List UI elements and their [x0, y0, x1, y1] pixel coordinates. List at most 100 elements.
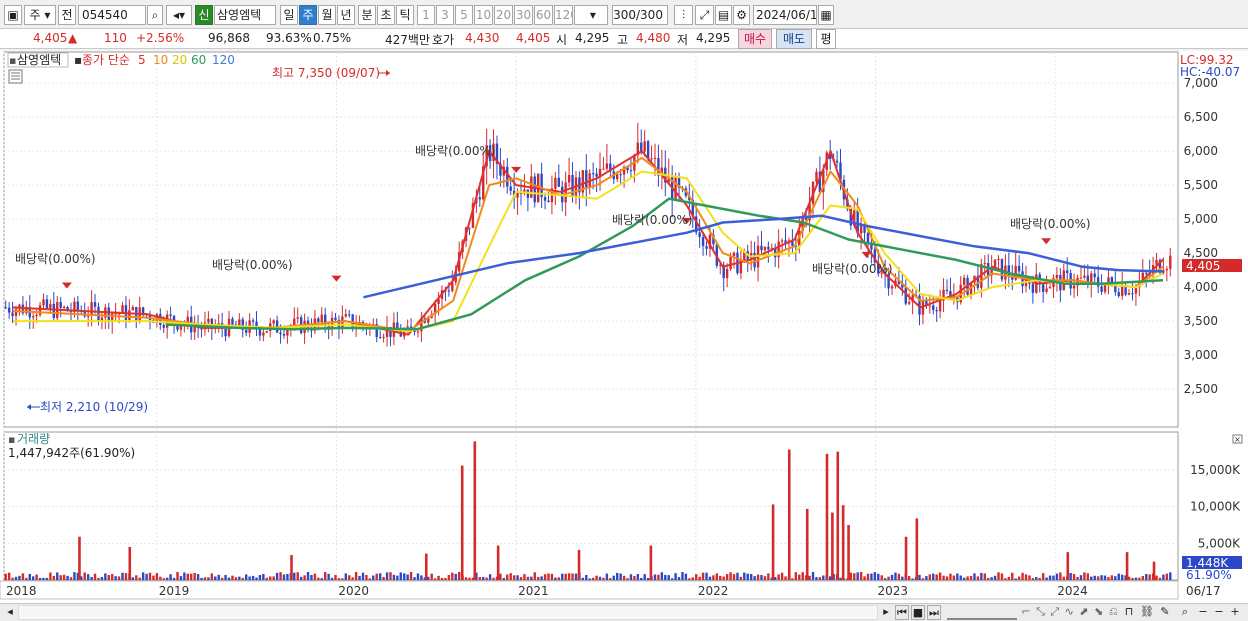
volume-bar: [83, 572, 86, 580]
gear-icon[interactable]: ⚙: [733, 5, 750, 25]
sell-button[interactable]: 매도: [776, 29, 812, 49]
volume-bar: [657, 574, 660, 580]
legend-ma5: 5: [138, 53, 146, 67]
interval-dropdown[interactable]: ▾: [574, 5, 608, 25]
sound-icon[interactable]: ◂▾: [166, 5, 192, 25]
buy-button[interactable]: 매수: [738, 29, 772, 49]
volume-bar: [420, 575, 423, 580]
scroll-left-icon[interactable]: ◂: [4, 605, 16, 620]
tab-period-week[interactable]: 주: [299, 5, 317, 25]
candle-down: [945, 289, 949, 292]
calendar-icon[interactable]: ▦: [818, 5, 834, 25]
scroll-right-icon[interactable]: ▸: [880, 605, 892, 620]
scroll-track[interactable]: [18, 605, 878, 620]
volume-peak-bar: [1152, 561, 1156, 580]
candle-down: [76, 301, 80, 311]
interval-60[interactable]: 60: [534, 5, 553, 25]
candle-down: [1041, 284, 1045, 292]
zoom-out-icon[interactable]: −: [1196, 605, 1210, 620]
volume-bar: [911, 578, 914, 580]
candle-up: [38, 305, 42, 315]
edit-icon[interactable]: ✎: [1158, 605, 1172, 620]
stock-name[interactable]: 삼영엠텍: [214, 5, 276, 25]
candle-down: [59, 302, 62, 308]
volume-bar: [1072, 574, 1076, 580]
up-arrow-icon: ▲: [68, 31, 78, 45]
save-icon[interactable]: ▤: [715, 5, 732, 25]
tab-period-year[interactable]: 년: [337, 5, 355, 25]
volume-title: 거래량: [17, 432, 50, 446]
volume-bar: [890, 574, 894, 580]
date-input[interactable]: 2024/06/17: [753, 5, 817, 25]
zoom-slider[interactable]: [947, 605, 1017, 620]
volume-bar: [444, 577, 447, 580]
interval-5[interactable]: 5: [455, 5, 473, 25]
volume-bar: [62, 574, 66, 580]
volume-bar: [918, 574, 921, 580]
volume-bar: [238, 576, 241, 580]
search-icon[interactable]: ⌕: [147, 5, 163, 25]
candle-down: [557, 177, 560, 187]
volume-bar: [849, 572, 852, 580]
interval-30[interactable]: 30: [514, 5, 533, 25]
candle-up: [815, 171, 818, 182]
volume-bar: [1014, 578, 1017, 580]
volume-bar: [547, 573, 550, 580]
volume-bar: [186, 573, 189, 580]
volume-bar: [605, 573, 609, 580]
volume-bar: [172, 577, 176, 580]
interval-1[interactable]: 1: [417, 5, 435, 25]
candle-down: [571, 175, 574, 198]
candle-icon[interactable]: ⫶: [674, 5, 693, 25]
trend-icon[interactable]: ⤢: [695, 5, 714, 25]
eval-button[interactable]: 평: [816, 29, 836, 49]
stop-icon[interactable]: ■: [911, 605, 925, 620]
volume-bar: [1110, 575, 1114, 580]
chain-icon[interactable]: ⛓: [1140, 605, 1154, 620]
lock-icon[interactable]: ⊓: [1122, 605, 1136, 620]
volume-bar: [938, 572, 942, 580]
zoom-in-icon[interactable]: +: [1228, 605, 1242, 620]
tab-period-second[interactable]: 초: [377, 5, 395, 25]
volume-bar: [111, 574, 114, 580]
tab-period-minute[interactable]: 분: [358, 5, 376, 25]
volume-bar: [1028, 575, 1031, 580]
zoom-minus-icon[interactable]: −: [1212, 605, 1226, 620]
volume-bar: [653, 574, 657, 580]
volume-bar: [962, 577, 966, 580]
interval-10[interactable]: 10: [474, 5, 493, 25]
volume-bar: [739, 576, 743, 580]
volume-bar: [313, 573, 317, 580]
code-input[interactable]: 054540: [78, 5, 146, 25]
candle-down: [1131, 293, 1134, 295]
volume-bar: [1000, 573, 1004, 580]
interval-3[interactable]: 3: [436, 5, 454, 25]
chart-area[interactable]: 7,000 6,500 6,000 5,500 5,000 4,500 4,000 3,500…: [0, 51, 1248, 603]
count-input[interactable]: 300: [612, 5, 636, 25]
interval-20[interactable]: 20: [494, 5, 513, 25]
zoom-icon[interactable]: ⌕: [1178, 605, 1192, 620]
candle-down: [1066, 270, 1069, 273]
volume-bar: [327, 573, 330, 580]
volume-bar: [997, 572, 1000, 580]
tab-period-day[interactable]: 일: [280, 5, 298, 25]
drawing-tools-icon[interactable]: ⌐ ⤡ ⤢ ∿ ⬈ ⬊ ⎌: [1020, 605, 1120, 620]
volume-bar: [468, 577, 471, 580]
type-select[interactable]: 주 ▾: [24, 5, 56, 25]
candle-up: [732, 252, 736, 256]
low-label: 저: [677, 33, 689, 47]
candle-down: [45, 299, 49, 309]
volume-bar: [478, 577, 481, 580]
window-menu-icon[interactable]: ▣: [4, 5, 22, 25]
tab-period-month[interactable]: 월: [318, 5, 336, 25]
fast-forward-icon[interactable]: ⏭: [927, 605, 941, 620]
bottom-scroll-bar: ◂ ▸ ⏮ ■ ⏭ ⌐ ⤡ ⤢ ∿ ⬈ ⬊ ⎌ ⊓ ⛓ ✎ ⌕ − − +: [0, 603, 1248, 621]
rewind-icon[interactable]: ⏮: [895, 605, 909, 620]
volume-bar: [822, 575, 825, 580]
volume-bar: [1021, 572, 1024, 580]
volume-bar: [121, 572, 124, 580]
candle-up: [780, 240, 784, 242]
volume-bar: [921, 578, 925, 580]
tab-period-tick[interactable]: 틱: [396, 5, 414, 25]
interval-120[interactable]: 120: [554, 5, 573, 25]
